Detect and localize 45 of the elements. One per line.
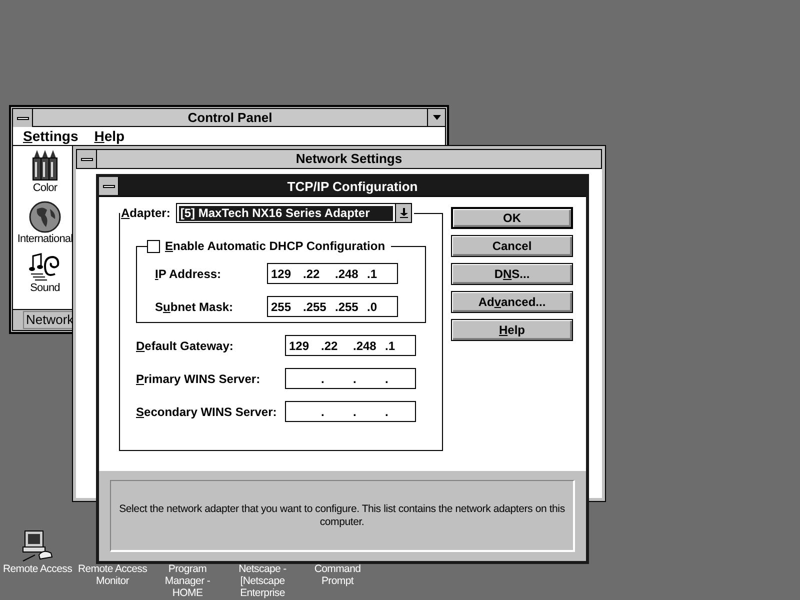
ip-address-field[interactable]: . . .	[285, 368, 416, 389]
icon-label[interactable]: International	[17, 233, 73, 246]
ip-address-field[interactable]: 129 .22 .248 .1	[267, 263, 398, 284]
desktop-icon-label[interactable]: Command Prompt	[300, 563, 375, 587]
ip-address-field[interactable]: 129 .22 .248 .1	[285, 335, 416, 356]
crayons-icon	[31, 150, 59, 182]
icon-label[interactable]: Sound	[30, 282, 60, 295]
field-label: Primary WINS Server:	[136, 370, 262, 388]
system-menu-icon[interactable]	[77, 150, 97, 168]
menu-item[interactable]: Settings	[23, 126, 78, 146]
desktop-icon-label[interactable]: Program Manager - HOME	[150, 563, 225, 599]
field-label: Subnet Mask:	[154, 298, 234, 316]
field-label: Secondary WINS Server:	[136, 404, 278, 420]
desktop-icon-label[interactable]: Netscape - [Netscape Enterprise	[225, 563, 300, 599]
globe-icon	[29, 201, 61, 233]
desktop-icon-label[interactable]: Remote Access Monitor	[75, 563, 150, 587]
dialog-button[interactable]: Cancel	[451, 235, 573, 257]
system-menu-icon[interactable]	[99, 177, 119, 195]
sound-icon	[29, 252, 61, 282]
dhcp-checkbox[interactable]	[147, 240, 160, 252]
hint-text: Select the network adapter that you want to configure. This list contains the network adapters on this computer.	[119, 502, 565, 528]
window-title: Network Settings	[294, 150, 404, 168]
dropdown-button[interactable]	[395, 204, 412, 222]
adapter-value: [5] MaxTech NX16 Series Adapter	[179, 206, 394, 220]
field-label: IP Address:	[154, 266, 222, 282]
icon-label[interactable]: Color	[32, 182, 58, 195]
desktop-icon-label[interactable]: Remote Access	[0, 563, 75, 575]
down-arrow-icon	[432, 115, 440, 120]
dialog-button[interactable]: Help	[451, 319, 573, 341]
minimize-button[interactable]	[427, 109, 445, 126]
field-label: Default Gateway:	[136, 338, 234, 354]
dialog-button[interactable]: Advanced...	[451, 291, 573, 313]
menu-item[interactable]: Help	[94, 126, 125, 146]
dialog-button[interactable]: DNS...	[451, 263, 573, 285]
dhcp-label[interactable]: Enable Automatic DHCP Configuration	[165, 237, 386, 255]
dialog-button[interactable]: OK	[451, 207, 573, 229]
down-arrow-icon	[400, 208, 408, 218]
adapter-label: Adapter:	[121, 205, 170, 222]
system-menu-icon[interactable]	[13, 109, 33, 127]
ip-address-field[interactable]: 255 .255 .255 .0	[267, 296, 398, 317]
window-title: TCP/IP Configuration	[286, 178, 419, 196]
adapter-dropdown[interactable]: [5] MaxTech NX16 Series Adapter	[176, 203, 412, 223]
computer-phone-icon[interactable]	[20, 529, 54, 563]
window-title: Control Panel	[186, 109, 274, 126]
ip-address-field[interactable]: . . .	[285, 401, 416, 422]
